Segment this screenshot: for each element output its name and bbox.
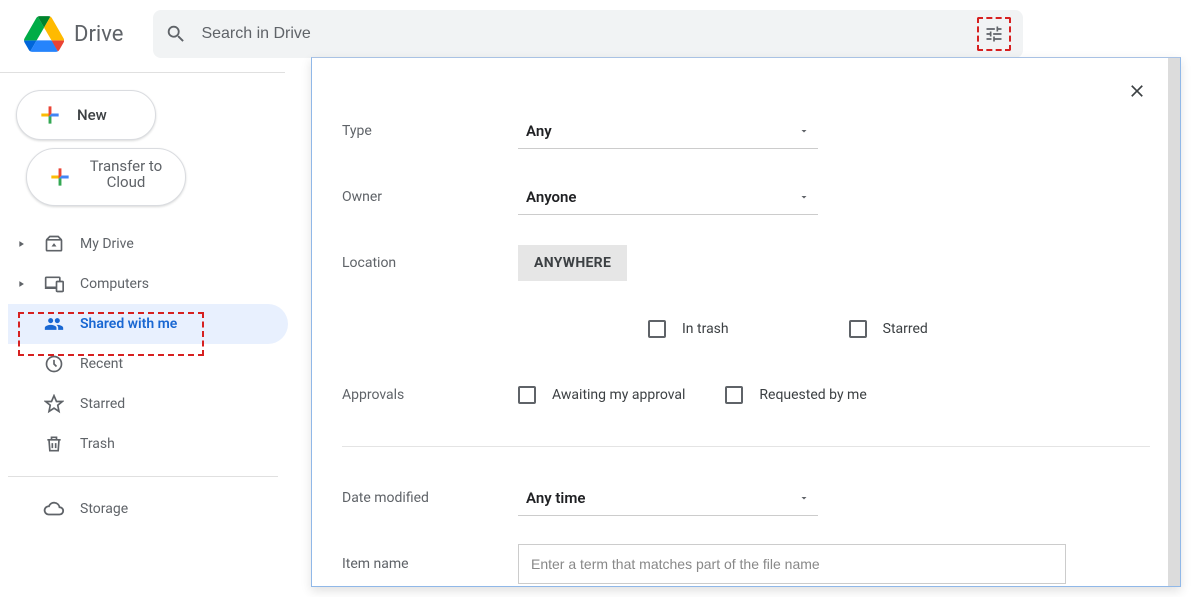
- filter-label: Location: [342, 255, 518, 271]
- location-chip-anywhere[interactable]: ANYWHERE: [518, 245, 627, 281]
- close-button[interactable]: [1122, 76, 1152, 106]
- shared-icon: [42, 314, 66, 334]
- checkbox-label: Requested by me: [759, 387, 866, 403]
- search-options-icon[interactable]: [977, 17, 1011, 51]
- search-input[interactable]: [199, 24, 965, 44]
- advanced-search-panel: Type Any Owner Anyone Location ANYWHERE …: [311, 57, 1181, 587]
- clock-icon: [42, 354, 66, 374]
- checkbox-label: Awaiting my approval: [552, 387, 685, 403]
- chevron-right-icon[interactable]: [14, 279, 28, 289]
- search-icon[interactable]: [165, 23, 187, 45]
- nav-starred[interactable]: Starred: [8, 384, 288, 424]
- my-drive-icon: [42, 234, 66, 254]
- chevron-down-icon: [798, 191, 810, 203]
- select-value: Anyone: [526, 188, 577, 206]
- trash-icon: [42, 434, 66, 454]
- transfer-button-label: Transfer to Cloud: [87, 158, 165, 200]
- filter-row-location-checks: In trash Starred: [342, 296, 1150, 362]
- scrollbar[interactable]: [1168, 58, 1180, 586]
- filter-label: Owner: [342, 189, 518, 205]
- navigation: My Drive Computers Shared with me Recent…: [8, 224, 288, 529]
- nav-label: Shared with me: [80, 316, 177, 332]
- filter-label: Item name: [342, 556, 518, 572]
- chevron-down-icon: [798, 125, 810, 137]
- nav-computers[interactable]: Computers: [8, 264, 288, 304]
- item-name-input[interactable]: [518, 544, 1066, 584]
- new-button-label: New: [77, 106, 107, 124]
- owner-select[interactable]: Anyone: [518, 179, 818, 215]
- new-button[interactable]: New: [16, 90, 156, 140]
- sidebar: New Transfer to Cloud My Drive Computers…: [8, 90, 288, 529]
- plus-icon: [37, 102, 63, 128]
- nav-my-drive[interactable]: My Drive: [8, 224, 288, 264]
- computers-icon: [42, 274, 66, 294]
- filter-row-date: Date modified Any time: [342, 465, 1150, 531]
- chevron-right-icon[interactable]: [14, 239, 28, 249]
- filter-row-owner: Owner Anyone: [342, 164, 1150, 230]
- nav-label: Trash: [80, 436, 115, 452]
- checkbox-icon: [725, 386, 743, 404]
- select-value: Any time: [526, 489, 585, 507]
- divider: [0, 72, 285, 73]
- checkbox-icon: [849, 320, 867, 338]
- checkbox-label: In trash: [682, 321, 729, 337]
- filters: Type Any Owner Anyone Location ANYWHERE …: [312, 58, 1180, 597]
- plus-icon: [47, 164, 73, 190]
- checkbox-starred[interactable]: Starred: [849, 320, 928, 338]
- type-select[interactable]: Any: [518, 113, 818, 149]
- star-icon: [42, 394, 66, 414]
- checkbox-label: Starred: [883, 321, 928, 337]
- cloud-icon: [42, 498, 66, 520]
- filter-row-item-name: Item name: [342, 531, 1150, 597]
- checkbox-icon: [518, 386, 536, 404]
- filter-label: Approvals: [342, 387, 518, 403]
- checkbox-in-trash[interactable]: In trash: [648, 320, 729, 338]
- nav-label: My Drive: [80, 236, 134, 252]
- close-icon: [1127, 81, 1147, 101]
- nav-label: Recent: [80, 356, 123, 372]
- filter-row-approvals: Approvals Awaiting my approval Requested…: [342, 362, 1150, 428]
- filter-row-type: Type Any: [342, 98, 1150, 164]
- divider: [8, 476, 278, 477]
- nav-label: Computers: [80, 276, 149, 292]
- chevron-down-icon: [798, 492, 810, 504]
- nav-shared-with-me[interactable]: Shared with me: [8, 304, 288, 344]
- drive-logo-icon: [24, 16, 64, 52]
- nav-trash[interactable]: Trash: [8, 424, 288, 464]
- filter-label: Date modified: [342, 490, 518, 506]
- brand[interactable]: Drive: [16, 16, 123, 52]
- nav-label: Starred: [80, 396, 125, 412]
- date-modified-select[interactable]: Any time: [518, 480, 818, 516]
- checkbox-awaiting-approval[interactable]: Awaiting my approval: [518, 386, 685, 404]
- checkbox-requested-by-me[interactable]: Requested by me: [725, 386, 866, 404]
- nav-storage[interactable]: Storage: [8, 489, 288, 529]
- filter-label: Type: [342, 123, 518, 139]
- filter-row-location: Location ANYWHERE: [342, 230, 1150, 296]
- transfer-to-cloud-button[interactable]: Transfer to Cloud: [26, 148, 186, 206]
- nav-label: Storage: [80, 501, 128, 517]
- divider: [342, 446, 1150, 447]
- select-value: Any: [526, 122, 552, 140]
- checkbox-icon: [648, 320, 666, 338]
- search-bar[interactable]: [153, 10, 1023, 58]
- brand-text: Drive: [74, 22, 123, 47]
- nav-recent[interactable]: Recent: [8, 344, 288, 384]
